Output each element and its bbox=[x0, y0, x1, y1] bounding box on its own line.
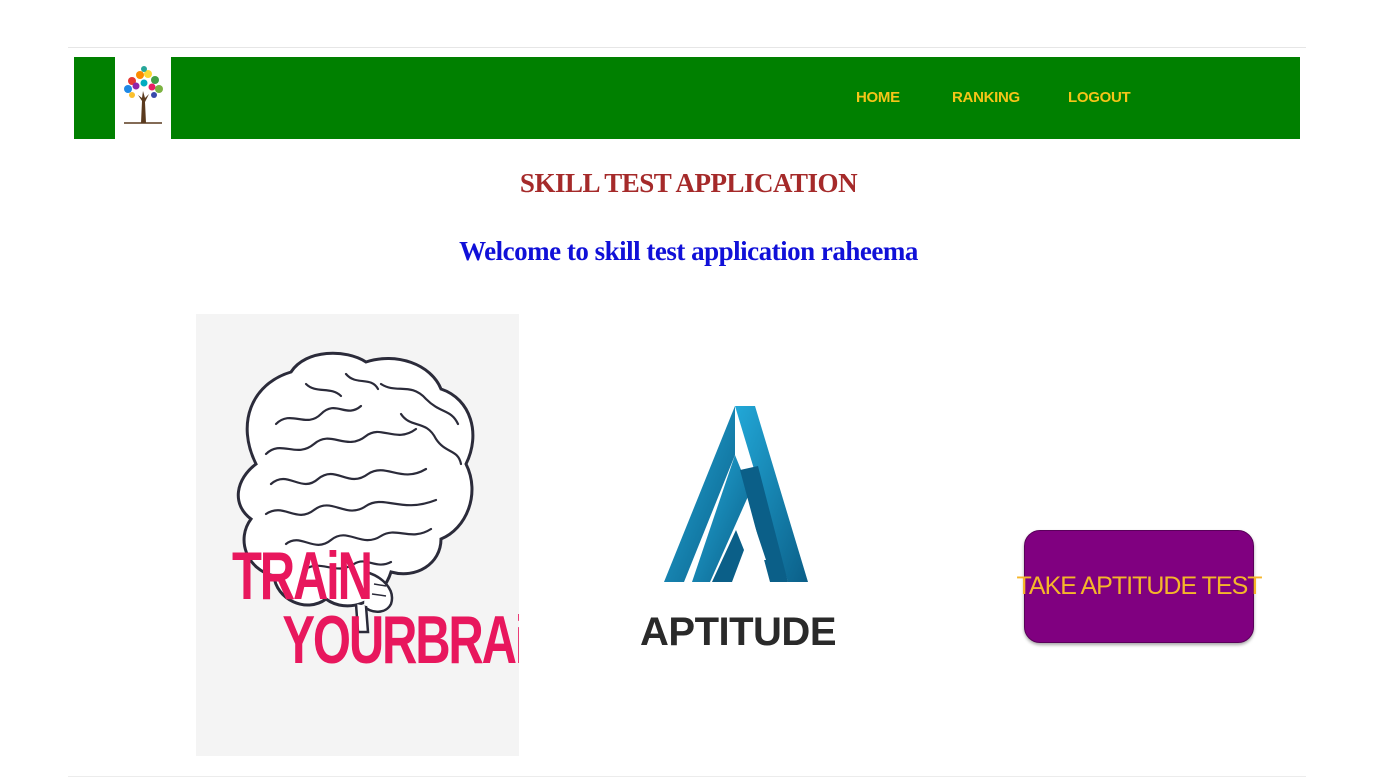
nav-home-link[interactable]: HOME bbox=[856, 89, 900, 106]
bottom-divider bbox=[68, 776, 1306, 777]
welcome-message: Welcome to skill test application raheem… bbox=[459, 236, 918, 266]
brain-icon bbox=[236, 351, 475, 634]
nav-ranking-link[interactable]: RANKING bbox=[952, 89, 1020, 106]
train-your-brain-image: TRAiN YOURBRAiN bbox=[196, 314, 519, 756]
train-your-brain-text: TRAiN YOURBRAiN bbox=[232, 538, 519, 678]
top-divider bbox=[68, 47, 1306, 48]
aptitude-triangle-icon bbox=[664, 406, 808, 582]
nav-logout-link[interactable]: LOGOUT bbox=[1068, 89, 1131, 106]
aptitude-logo-text: APTITUDE bbox=[640, 610, 837, 654]
take-aptitude-test-button[interactable]: TAKE APTITUDE TEST bbox=[1017, 530, 1263, 643]
aptitude-logo: APTITUDE bbox=[640, 400, 837, 660]
tree-logo-icon bbox=[124, 66, 163, 124]
tree-logo[interactable] bbox=[115, 57, 171, 139]
navbar: HOME RANKING LOGOUT bbox=[74, 57, 1300, 139]
page-title: SKILL TEST APPLICATION bbox=[519, 168, 858, 198]
brain-text-line1: TRAiN bbox=[232, 538, 373, 614]
brain-text-line2: YOURBRAiN bbox=[282, 602, 519, 678]
